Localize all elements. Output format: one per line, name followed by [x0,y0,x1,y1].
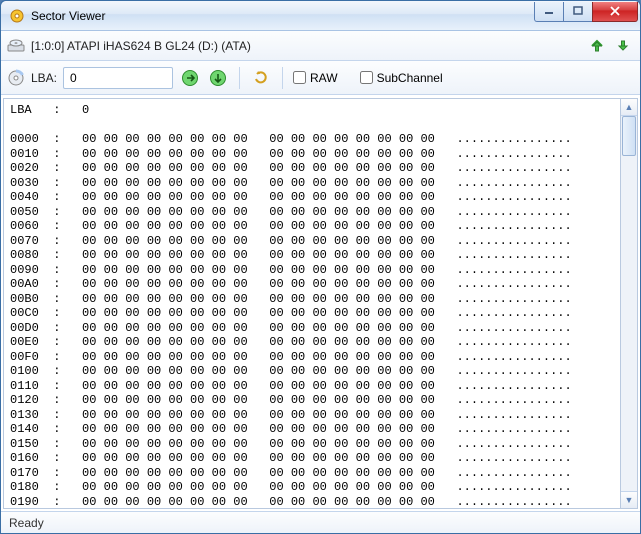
prev-drive-button[interactable] [586,35,608,57]
vertical-scrollbar[interactable]: ▲ ▼ [621,98,638,509]
subchannel-checkbox[interactable]: SubChannel [360,71,443,85]
app-window: Sector Viewer [1:0:0] ATAPI iHAS624 B GL… [0,0,641,534]
lba-label: LBA: [31,71,57,85]
separator [239,67,240,89]
next-drive-button[interactable] [612,35,634,57]
lba-toolbar: LBA: RAW SubChannel [1,61,640,95]
scroll-down-button[interactable]: ▼ [621,491,637,508]
titlebar[interactable]: Sector Viewer [1,1,640,31]
scroll-up-button[interactable]: ▲ [621,99,637,116]
window-buttons [535,2,638,22]
maximize-button[interactable] [563,2,593,22]
window-title: Sector Viewer [31,9,535,23]
refresh-button[interactable] [250,67,272,89]
minimize-button[interactable] [534,2,564,22]
raw-label: RAW [310,71,338,85]
drive-selector[interactable]: [1:0:0] ATAPI iHAS624 B GL24 (D:) (ATA) [29,39,582,53]
content-area: LBA : 0 0000 : 00 00 00 00 00 00 00 00 0… [1,95,640,511]
go-button[interactable] [179,67,201,89]
raw-checkbox[interactable]: RAW [293,71,338,85]
subchannel-label: SubChannel [377,71,443,85]
drive-icon [7,37,25,55]
subchannel-checkbox-input[interactable] [360,71,373,84]
status-text: Ready [9,516,44,530]
lba-input[interactable] [63,67,173,89]
app-icon [9,8,25,24]
disc-icon [7,69,25,87]
hex-dump[interactable]: LBA : 0 0000 : 00 00 00 00 00 00 00 00 0… [3,98,621,509]
status-bar: Ready [1,511,640,533]
close-button[interactable] [592,2,638,22]
scroll-track[interactable] [621,116,637,491]
go-next-button[interactable] [207,67,229,89]
separator [282,67,283,89]
drive-toolbar: [1:0:0] ATAPI iHAS624 B GL24 (D:) (ATA) [1,31,640,61]
raw-checkbox-input[interactable] [293,71,306,84]
scroll-thumb[interactable] [622,116,636,156]
